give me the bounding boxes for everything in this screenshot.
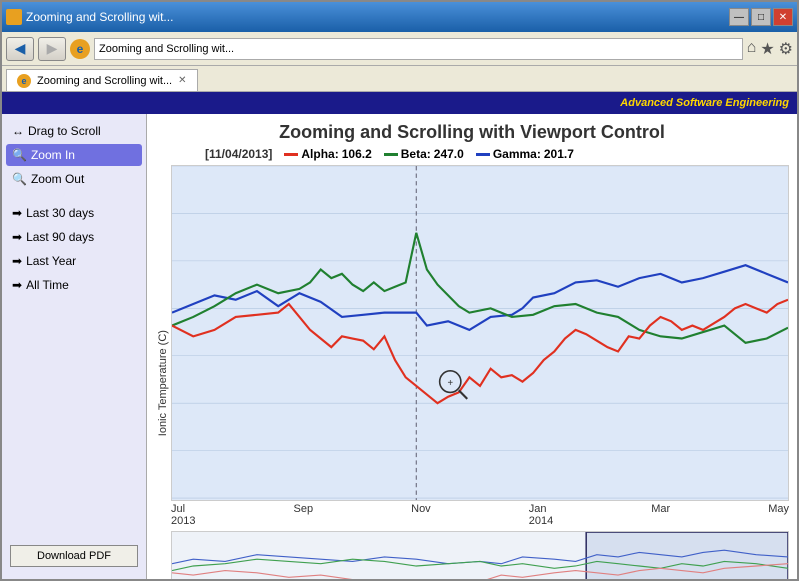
drag-scroll-icon: ↔ xyxy=(12,124,24,138)
chart-legend: [11/04/2013] Alpha: 106.2 Beta: 247.0 Ga… xyxy=(155,147,789,161)
window-controls: — □ ✕ xyxy=(729,8,793,26)
zoom-out-button[interactable]: 🔍 Zoom Out xyxy=(6,168,142,190)
address-bar: ◀ ▶ e ⌂ ★ ⚙ xyxy=(2,32,797,66)
forward-button[interactable]: ▶ xyxy=(38,37,66,61)
ie-logo: e xyxy=(70,39,90,59)
gear-icon[interactable]: ⚙ xyxy=(779,39,793,59)
main-chart-svg: 350 300 250 200 150 100 50 0 Jul 2013 Se… xyxy=(172,166,788,500)
title-bar: Zooming and Scrolling wit... — □ ✕ xyxy=(2,2,797,32)
zoom-out-icon: 🔍 xyxy=(12,172,27,186)
chart-container: 350 300 250 200 150 100 50 0 Jul 2013 Se… xyxy=(171,165,789,579)
alpha-legend: Alpha: 106.2 xyxy=(284,147,371,161)
chart-area: Zooming and Scrolling with Viewport Cont… xyxy=(147,114,797,579)
arrow-icon: ➡ xyxy=(12,230,22,244)
all-time-button[interactable]: ➡ All Time xyxy=(6,274,142,296)
beta-legend: Beta: 247.0 xyxy=(384,147,464,161)
sidebar: ↔ Drag to Scroll 🔍 Zoom In 🔍 Zoom Out ➡ … xyxy=(2,114,147,579)
content-area: ↔ Drag to Scroll 🔍 Zoom In 🔍 Zoom Out ➡ … xyxy=(2,114,797,579)
last-90-days-button[interactable]: ➡ Last 90 days xyxy=(6,226,142,248)
address-input[interactable] xyxy=(94,38,743,60)
last-30-days-button[interactable]: ➡ Last 30 days xyxy=(6,202,142,224)
tab-label: Zooming and Scrolling wit... xyxy=(37,75,172,87)
minimize-button[interactable]: — xyxy=(729,8,749,26)
svg-text:+: + xyxy=(447,378,453,389)
tab-bar: e Zooming and Scrolling wit... ✕ xyxy=(2,66,797,92)
arrow-icon: ➡ xyxy=(12,254,22,268)
gamma-legend: Gamma: 201.7 xyxy=(476,147,574,161)
close-button[interactable]: ✕ xyxy=(773,8,793,26)
alpha-color-swatch xyxy=(284,153,298,156)
beta-color-swatch xyxy=(384,153,398,156)
tab-icon: e xyxy=(17,74,31,88)
mini-chart-svg: 2010 2011 2012 2013 2014 xyxy=(172,532,788,579)
arrow-icon: ➡ xyxy=(12,206,22,220)
star-icon[interactable]: ★ xyxy=(760,39,774,59)
mini-chart[interactable]: 2010 2011 2012 2013 2014 xyxy=(171,531,789,579)
arrow-icon: ➡ xyxy=(12,278,22,292)
maximize-button[interactable]: □ xyxy=(751,8,771,26)
brand-text: Advanced Software Engineering xyxy=(620,97,789,109)
last-year-button[interactable]: ➡ Last Year xyxy=(6,250,142,272)
legend-date: [11/04/2013] xyxy=(205,147,272,161)
x-axis-labels: Jul2013 Sep Nov Jan2014 Mar May xyxy=(171,501,789,529)
zoom-in-icon: 🔍 xyxy=(12,148,27,162)
back-button[interactable]: ◀ xyxy=(6,37,34,61)
zoom-in-button[interactable]: 🔍 Zoom In xyxy=(6,144,142,166)
active-tab[interactable]: e Zooming and Scrolling wit... ✕ xyxy=(6,69,198,91)
download-pdf-button[interactable]: Download PDF xyxy=(10,545,138,567)
chart-wrapper: Ionic Temperature (C) xyxy=(155,165,789,579)
tab-close-button[interactable]: ✕ xyxy=(178,75,186,86)
chart-title: Zooming and Scrolling with Viewport Cont… xyxy=(155,122,789,143)
window-icon xyxy=(6,9,22,25)
gamma-color-swatch xyxy=(476,153,490,156)
home-icon[interactable]: ⌂ xyxy=(747,39,757,59)
brand-bar: Advanced Software Engineering xyxy=(2,92,797,114)
drag-to-scroll-button[interactable]: ↔ Drag to Scroll xyxy=(6,120,142,142)
browser-window: Zooming and Scrolling wit... — □ ✕ ◀ ▶ e… xyxy=(0,0,799,581)
window-title: Zooming and Scrolling wit... xyxy=(26,10,173,24)
main-chart[interactable]: 350 300 250 200 150 100 50 0 Jul 2013 Se… xyxy=(171,165,789,501)
y-axis-label: Ionic Temperature (C) xyxy=(155,165,171,579)
